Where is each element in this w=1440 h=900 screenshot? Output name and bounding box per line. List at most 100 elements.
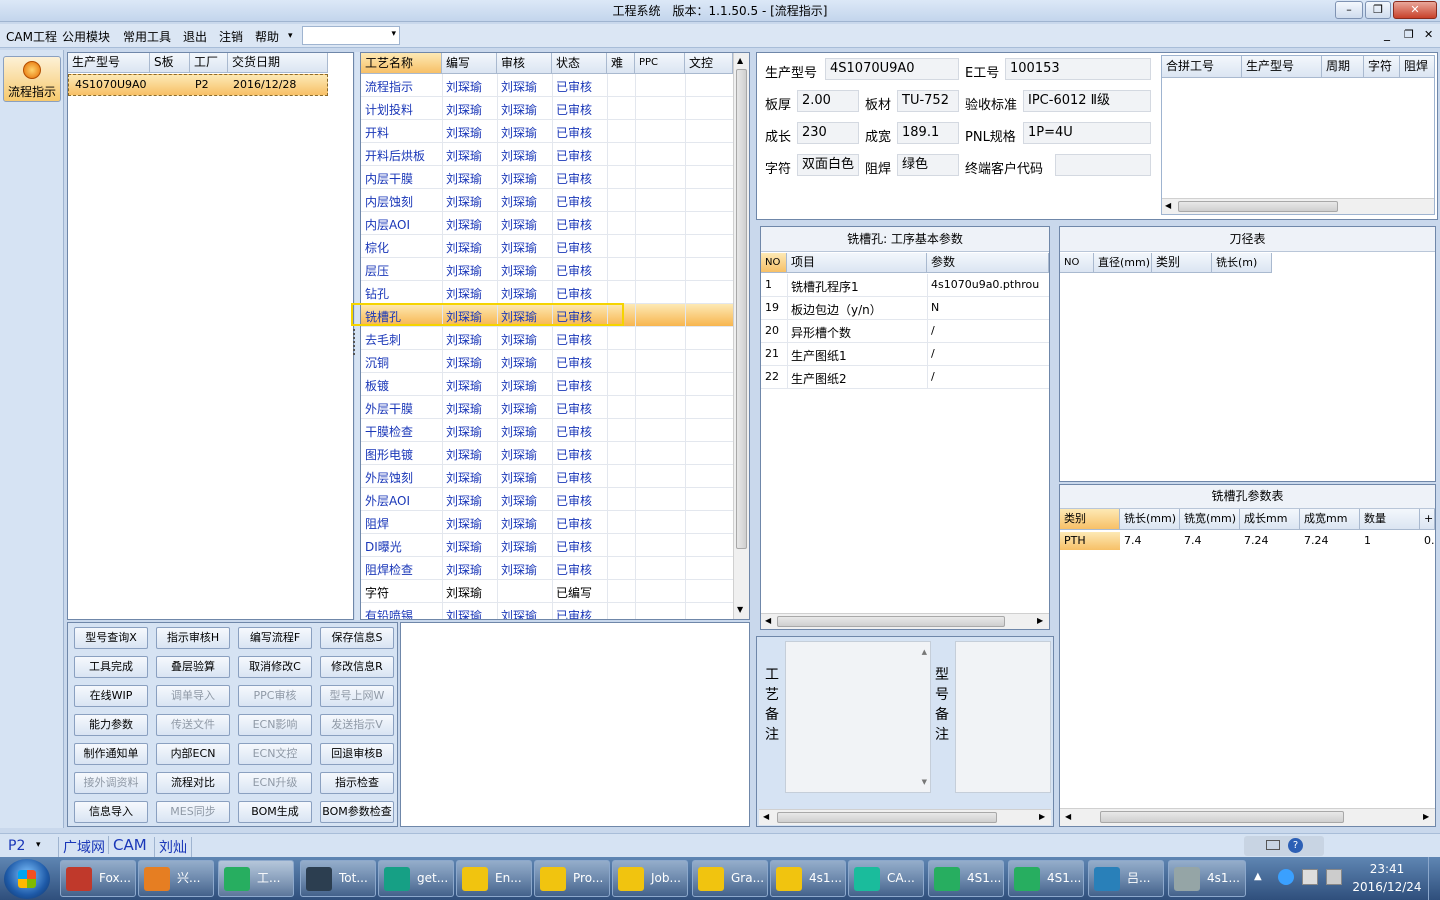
action-button[interactable]: 发送指示V	[320, 714, 394, 736]
model-note-textarea[interactable]	[955, 641, 1051, 793]
slot-col-header[interactable]: 成宽mm	[1300, 509, 1360, 530]
action-button[interactable]: ECN文控	[238, 743, 312, 765]
scroll-thumb[interactable]	[736, 69, 747, 549]
tray-expand-icon[interactable]: ▲	[1254, 871, 1262, 882]
action-button[interactable]: 信息导入	[74, 801, 148, 823]
col-tool-no[interactable]: NO	[1060, 253, 1094, 273]
process-row[interactable]: 开料后烘板 刘琛瑜 刘琛瑜 已审核	[361, 143, 733, 166]
param-row[interactable]: 1 铣槽孔程序1 4s1070u9a0.pthrou	[761, 274, 1049, 297]
col-ppc[interactable]: PPC	[635, 53, 685, 74]
col-param[interactable]: 参数	[927, 253, 1049, 273]
notes-thumb[interactable]	[777, 812, 997, 823]
col-combined-cycle[interactable]: 周期	[1322, 56, 1364, 78]
param-row[interactable]: 21 生产图纸1 /	[761, 343, 1049, 366]
model-field[interactable]: 4S1070U9A0	[825, 58, 959, 80]
slot-col-header[interactable]: 类别	[1060, 509, 1120, 530]
width-field[interactable]: 189.1	[897, 122, 959, 144]
action-button[interactable]: 在线WIP	[74, 685, 148, 707]
menu-cam[interactable]: CAM工程	[6, 28, 57, 45]
taskbar-item[interactable]: Tot...	[300, 860, 376, 897]
process-row[interactable]: 干膜检查 刘琛瑜 刘琛瑜 已审核	[361, 419, 733, 442]
col-delivery[interactable]: 交货日期	[228, 53, 328, 73]
slot-col-header[interactable]: +	[1420, 509, 1435, 530]
volume-tray-icon[interactable]	[1326, 869, 1342, 885]
action-button[interactable]: 调单导入	[156, 685, 230, 707]
col-s-board[interactable]: S板	[150, 53, 190, 73]
action-button[interactable]: 工具完成	[74, 656, 148, 678]
taskbar-item[interactable]: Pro...	[534, 860, 610, 897]
taskbar-item[interactable]: 4s1...	[1168, 860, 1246, 897]
splitter-grip[interactable]	[353, 329, 357, 355]
process-row[interactable]: 阻焊检查 刘琛瑜 刘琛瑜 已审核	[361, 557, 733, 580]
process-row[interactable]: 内层AOI 刘琛瑜 刘琛瑜 已审核	[361, 212, 733, 235]
order-row[interactable]: 4S1070U9A0 P2 2016/12/28	[68, 74, 328, 96]
chevron-down-icon[interactable]: ▾	[36, 840, 41, 850]
action-button[interactable]: 编写流程F	[238, 627, 312, 649]
combined-hscroll[interactable]: ◀	[1162, 198, 1434, 214]
toolbar-combo[interactable]: ▾	[302, 26, 400, 45]
action-button[interactable]: 修改信息R	[320, 656, 394, 678]
slot-hscroll[interactable]: ◀ ▶	[1060, 808, 1435, 826]
thickness-field[interactable]: 2.00	[797, 90, 859, 112]
process-row[interactable]: 棕化 刘琛瑜 刘琛瑜 已审核	[361, 235, 733, 258]
slot-row[interactable]: PTH 7.4 7.4 7.24 7.24 1 0.	[1060, 530, 1435, 552]
action-button[interactable]: ECN升级	[238, 772, 312, 794]
action-button[interactable]: 指示检查	[320, 772, 394, 794]
customer-code-field[interactable]	[1055, 154, 1151, 176]
col-no[interactable]: NO	[761, 253, 787, 273]
process-row[interactable]: 内层蚀刻 刘琛瑜 刘琛瑜 已审核	[361, 189, 733, 212]
material-field[interactable]: TU-752	[897, 90, 959, 112]
maximize-button[interactable]: ❐	[1365, 1, 1391, 19]
char-field[interactable]: 双面白色	[797, 154, 859, 176]
show-desktop-button[interactable]	[1428, 857, 1440, 900]
action-button[interactable]: BOM生成	[238, 801, 312, 823]
col-combined-model[interactable]: 生产型号	[1242, 56, 1322, 78]
action-button[interactable]: 取消修改C	[238, 656, 312, 678]
action-button[interactable]: 流程对比	[156, 772, 230, 794]
mdi-restore[interactable]: ❐	[1404, 28, 1414, 41]
col-item[interactable]: 项目	[787, 253, 927, 273]
process-row[interactable]: 层压 刘琛瑜 刘琛瑜 已审核	[361, 258, 733, 281]
help-icon[interactable]: ?	[1288, 838, 1303, 853]
params-hscroll[interactable]: ◀ ▶	[761, 613, 1049, 629]
taskbar-item[interactable]: get...	[378, 860, 454, 897]
process-row[interactable]: 外层蚀刻 刘琛瑜 刘琛瑜 已审核	[361, 465, 733, 488]
col-status[interactable]: 状态	[552, 53, 607, 74]
process-row[interactable]: 外层干膜 刘琛瑜 刘琛瑜 已审核	[361, 396, 733, 419]
start-button[interactable]	[4, 859, 50, 899]
action-button[interactable]: 内部ECN	[156, 743, 230, 765]
param-row[interactable]: 20 异形槽个数 /	[761, 320, 1049, 343]
action-button[interactable]: 保存信息S	[320, 627, 394, 649]
col-model[interactable]: 生产型号	[68, 53, 150, 73]
taskbar-item[interactable]: 4S1...	[1008, 860, 1084, 897]
process-row[interactable]: 外层AOI 刘琛瑜 刘琛瑜 已审核	[361, 488, 733, 511]
params-thumb[interactable]	[777, 616, 1005, 627]
col-tool-diameter[interactable]: 直径(mm)	[1094, 253, 1152, 273]
menu-overflow-icon[interactable]: ▾	[288, 31, 293, 41]
action-button[interactable]: BOM参数检查	[320, 801, 394, 823]
process-row[interactable]: 图形电镀 刘琛瑜 刘琛瑜 已审核	[361, 442, 733, 465]
col-doc-control[interactable]: 文控	[685, 53, 733, 74]
menu-public-module[interactable]: 公用模块	[62, 28, 110, 45]
slot-col-header[interactable]: 铣宽(mm)	[1180, 509, 1240, 530]
action-button[interactable]: 传送文件	[156, 714, 230, 736]
mask-field[interactable]: 绿色	[897, 154, 959, 176]
tray-app-icon[interactable]	[1278, 869, 1294, 885]
clock-time[interactable]: 23:41	[1350, 862, 1424, 876]
menu-logout[interactable]: 注销	[219, 28, 243, 45]
process-row[interactable]: 开料 刘琛瑜 刘琛瑜 已审核	[361, 120, 733, 143]
scroll-down-icon[interactable]: ▼	[922, 778, 927, 786]
flow-instruction-button[interactable]: 流程指示	[3, 56, 61, 102]
taskbar-item[interactable]: En...	[456, 860, 532, 897]
process-row[interactable]: 字符 刘琛瑜 已编写	[361, 580, 733, 603]
taskbar-item[interactable]: 吕...	[1088, 860, 1164, 897]
col-combined-no[interactable]: 合拼工号	[1162, 56, 1242, 78]
process-note-textarea[interactable]: ▲ ▼	[785, 641, 931, 793]
slot-thumb[interactable]	[1100, 811, 1344, 823]
process-row[interactable]: DI曝光 刘琛瑜 刘琛瑜 已审核	[361, 534, 733, 557]
network-tray-icon[interactable]	[1302, 869, 1318, 885]
scroll-up-icon[interactable]: ▲	[737, 56, 743, 65]
menu-exit[interactable]: 退出	[183, 28, 207, 45]
menu-help[interactable]: 帮助	[255, 28, 279, 45]
col-combined-char[interactable]: 字符	[1364, 56, 1400, 78]
